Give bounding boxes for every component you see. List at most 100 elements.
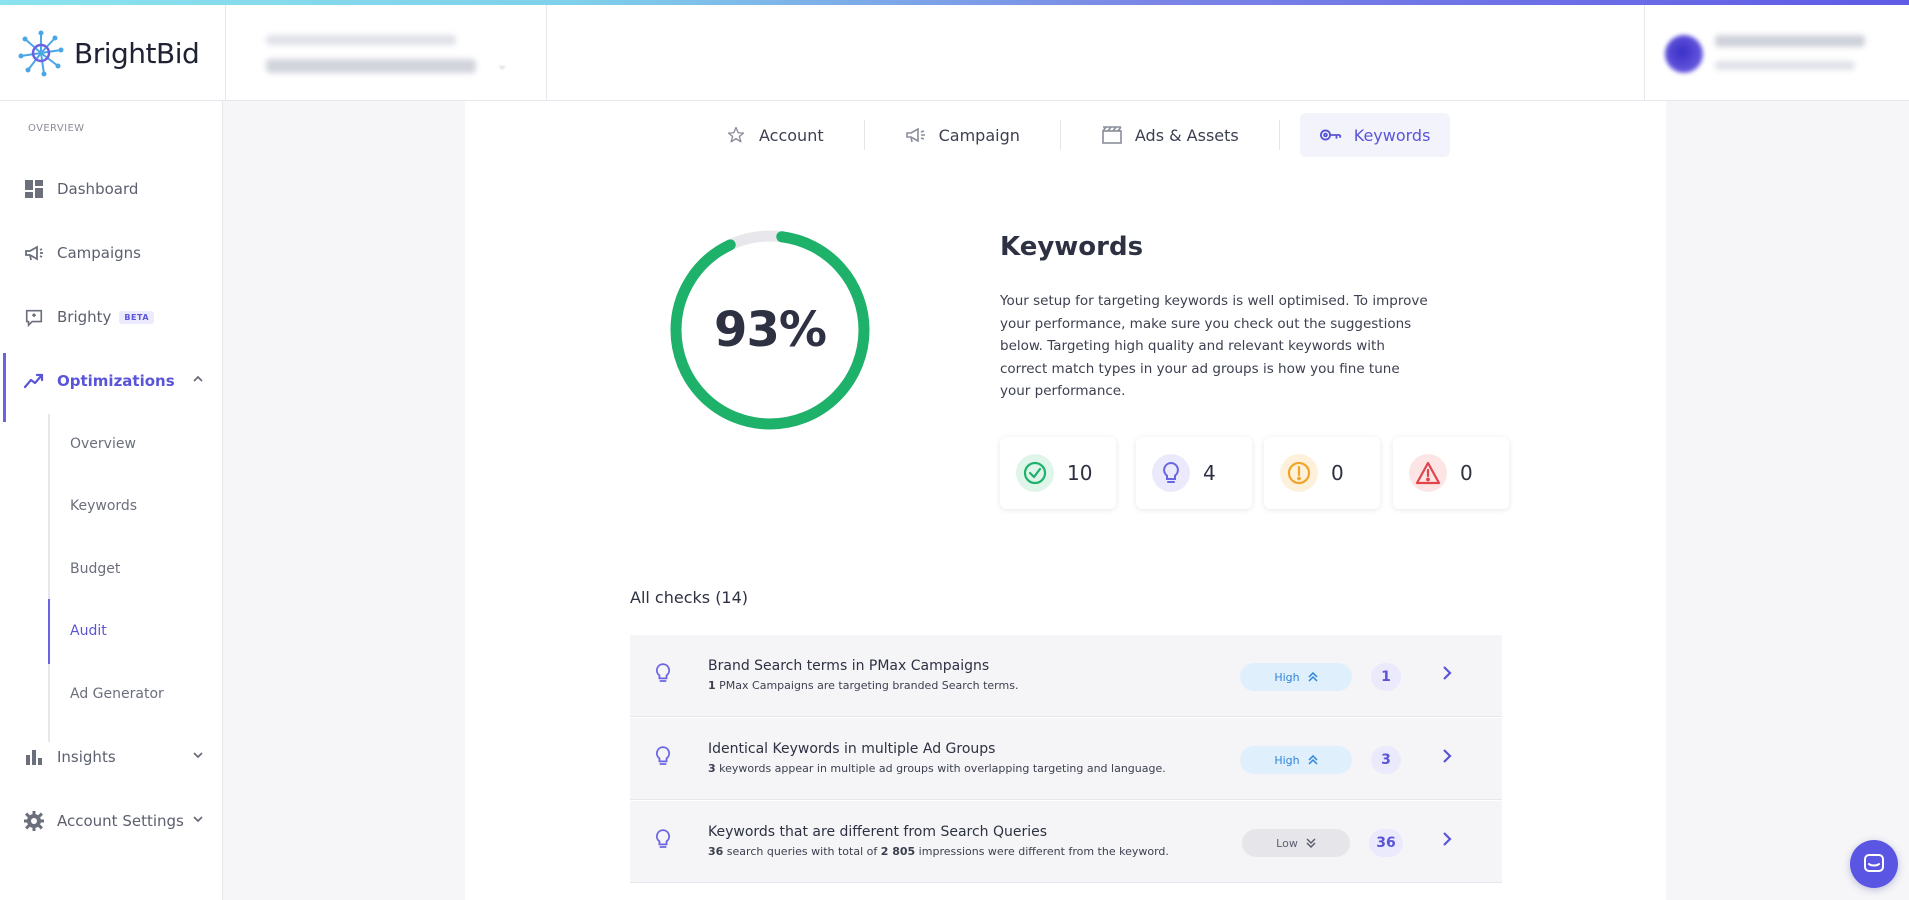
account-selector[interactable]: ⌄ (226, 5, 547, 101)
check-title: Brand Search terms in PMax Campaigns (708, 658, 990, 674)
check-title: Keywords that are different from Search … (708, 824, 1048, 840)
stat-suggestions[interactable]: 4 (1136, 437, 1252, 509)
account-selector-label (266, 35, 456, 45)
sidebar-subitem-ad-generator[interactable]: Ad Generator (70, 686, 164, 702)
brighty-icon (24, 307, 44, 328)
submenu-active-indicator (48, 599, 50, 664)
lightbulb-icon (655, 828, 671, 854)
check-title: Identical Keywords in multiple Ad Groups (708, 741, 996, 757)
sidebar-item-label: Brighty (57, 308, 112, 326)
check-description-text: keywords appear in multiple ad groups wi… (715, 762, 1166, 775)
check-circle-icon (1016, 454, 1054, 492)
avatar (1665, 35, 1703, 73)
sidebar-subitem-overview[interactable]: Overview (70, 436, 136, 452)
sidebar-section-label: OVERVIEW (28, 123, 85, 134)
tab-keywords[interactable]: Keywords (1299, 113, 1451, 157)
key-icon (1319, 124, 1342, 146)
check-description: 36 search queries with total of 2 805 im… (708, 845, 1169, 858)
dashboard-icon (24, 179, 44, 199)
sidebar-item-label: Campaigns (57, 244, 142, 262)
sidebar-item-dashboard[interactable]: Dashboard (0, 167, 222, 211)
check-count-inline: 3 (708, 762, 716, 775)
tab-label: Account (759, 125, 824, 145)
lightbulb-icon (655, 662, 671, 688)
lightbulb-icon (1152, 454, 1190, 492)
lightbulb-icon (655, 745, 671, 771)
chat-launcher-button[interactable] (1850, 840, 1898, 888)
stat-warnings[interactable]: 0 (1264, 437, 1380, 509)
chevron-down-icon: ⌄ (496, 57, 508, 73)
impressions-count-inline: 2 805 (880, 845, 916, 858)
sidebar-item-insights[interactable]: Insights (0, 735, 222, 779)
issue-count-badge: 1 (1371, 663, 1401, 691)
audit-tabs: Account Campaign Ads & Assets Keywords (705, 113, 1451, 157)
page-background-left (223, 101, 465, 900)
submenu-rail (48, 414, 50, 742)
all-checks-heading: All checks (14) (630, 588, 749, 607)
priority-badge: High (1240, 663, 1352, 691)
sidebar-item-optimizations[interactable]: Optimizations (0, 353, 222, 422)
page-background-right (1666, 101, 1909, 900)
check-row[interactable]: Keywords that are different from Search … (630, 801, 1502, 883)
tab-divider (863, 120, 865, 150)
sidebar-item-account-settings[interactable]: Account Settings (0, 799, 222, 843)
stat-critical[interactable]: 0 (1393, 437, 1509, 509)
tab-label: Keywords (1353, 125, 1431, 145)
sidebar-item-label: Dashboard (57, 180, 139, 198)
clapper-icon (1101, 124, 1123, 146)
bar-chart-icon (24, 747, 44, 767)
gear-icon (24, 811, 44, 831)
chevron-right-icon[interactable] (1442, 748, 1452, 768)
star-icon (725, 124, 747, 146)
alert-triangle-icon (1409, 454, 1447, 492)
sidebar-subitem-keywords[interactable]: Keywords (70, 498, 137, 514)
user-name (1715, 35, 1865, 47)
section-description: Your setup for targeting keywords is wel… (1000, 293, 1428, 399)
trend-icon (24, 371, 44, 391)
sidebar: OVERVIEW Dashboard Campaigns Brighty BET… (0, 101, 223, 900)
tab-divider (1278, 120, 1280, 150)
user-menu[interactable] (1644, 5, 1909, 101)
check-count-inline: 36 (708, 845, 724, 858)
brightbid-logo-icon (18, 30, 64, 77)
stat-count: 4 (1203, 461, 1216, 485)
tab-label: Campaign (938, 125, 1020, 145)
sidebar-subitem-budget[interactable]: Budget (70, 561, 120, 577)
sidebar-item-label: Optimizations (57, 372, 175, 390)
double-chevron-up-icon (1308, 672, 1318, 682)
stat-passed[interactable]: 10 (1000, 437, 1116, 509)
brand-name: BrightBid (74, 36, 200, 70)
exclamation-circle-icon (1280, 454, 1318, 492)
beta-badge: BETA (119, 310, 155, 324)
brand-logo[interactable]: BrightBid (0, 5, 226, 101)
check-description-text: search queries with total of (723, 845, 881, 858)
top-header: BrightBid ⌄ (0, 5, 1909, 101)
account-selector-value (266, 59, 476, 73)
check-description: 1 PMax Campaigns are targeting branded S… (708, 679, 1018, 692)
tab-label: Ads & Assets (1134, 125, 1239, 145)
chevron-right-icon[interactable] (1442, 665, 1452, 685)
issue-count-badge: 36 (1369, 829, 1403, 857)
chat-icon (1864, 854, 1884, 872)
chevron-down-icon (192, 812, 204, 826)
double-chevron-up-icon (1308, 755, 1318, 765)
priority-badge: High (1240, 746, 1352, 774)
double-chevron-down-icon (1306, 838, 1316, 848)
check-row[interactable]: Brand Search terms in PMax Campaigns 1 P… (630, 635, 1502, 717)
tab-account[interactable]: Account (705, 113, 844, 157)
score-value: 93% (714, 302, 827, 358)
tab-ads-assets[interactable]: Ads & Assets (1081, 113, 1259, 157)
section-title: Keywords (1000, 232, 1144, 262)
sidebar-item-brighty[interactable]: Brighty BETA (0, 295, 222, 339)
sidebar-item-campaigns[interactable]: Campaigns (0, 231, 222, 275)
chevron-right-icon[interactable] (1442, 831, 1452, 851)
tab-campaign[interactable]: Campaign (885, 113, 1040, 157)
priority-label: High (1274, 670, 1300, 684)
priority-badge: Low (1242, 829, 1350, 857)
sidebar-subitem-audit[interactable]: Audit (70, 623, 107, 639)
check-row[interactable]: Identical Keywords in multiple Ad Groups… (630, 718, 1502, 800)
tab-divider (1059, 120, 1061, 150)
sidebar-item-label: Insights (57, 748, 116, 766)
chevron-up-icon (192, 372, 204, 386)
user-email (1715, 61, 1855, 70)
